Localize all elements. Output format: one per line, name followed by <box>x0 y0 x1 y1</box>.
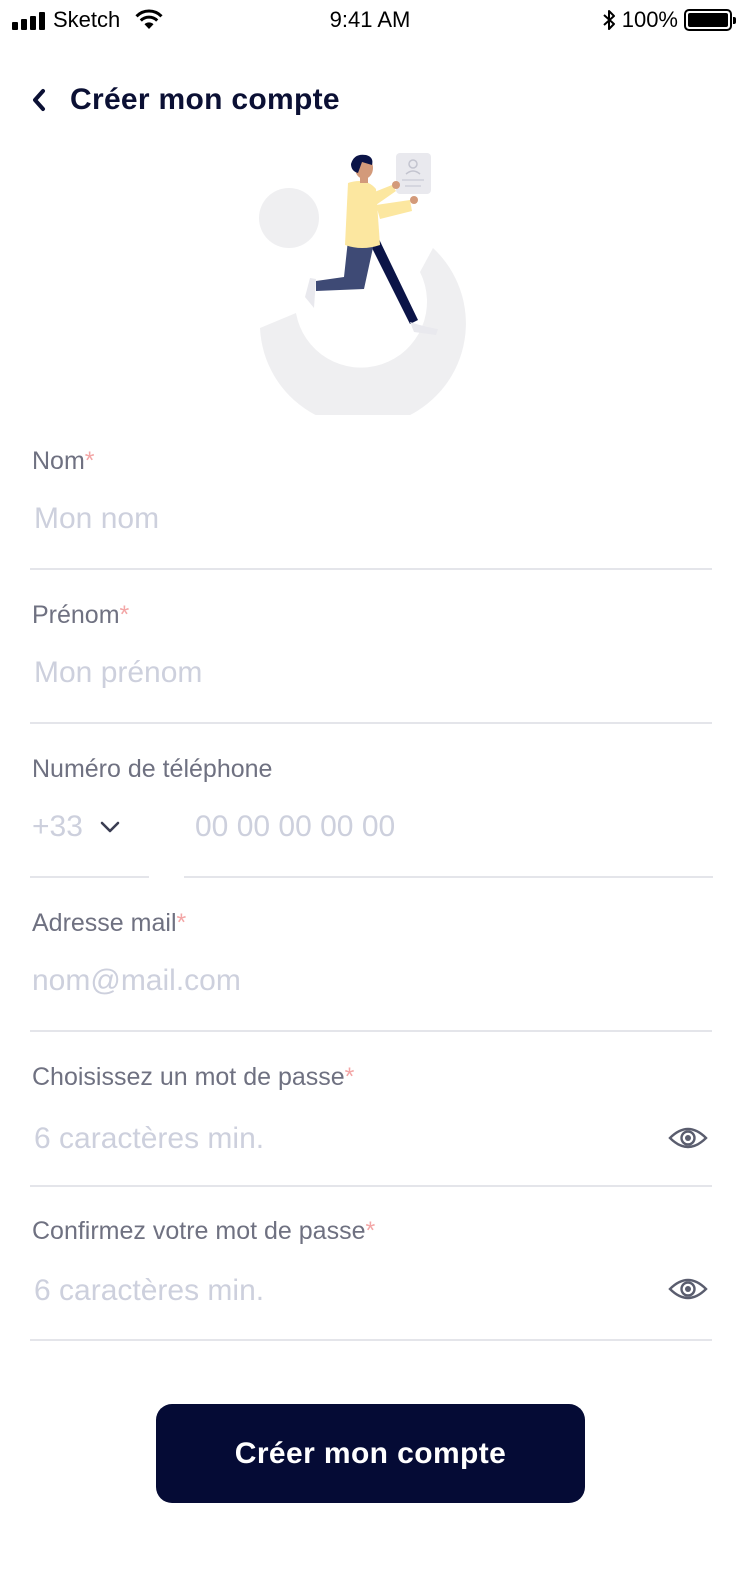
nom-label: Nom* <box>32 447 95 475</box>
telephone-label: Numéro de téléphone <box>32 755 273 783</box>
status-right: 100% <box>602 6 736 34</box>
signup-illustration <box>259 153 466 415</box>
password-field: Choisissez un mot de passe* 6 caractères… <box>30 1062 712 1187</box>
telephone-field: Numéro de téléphone +33 00 00 00 00 00 <box>30 754 713 879</box>
prenom-label: Prénom* <box>32 601 130 629</box>
prenom-input[interactable]: Mon prénom <box>34 655 202 691</box>
divider <box>184 876 713 878</box>
nom-field: Nom* Mon nom <box>30 446 712 571</box>
create-account-button[interactable]: Créer mon compte <box>156 1404 585 1503</box>
password-confirm-label: Confirmez votre mot de passe* <box>32 1217 376 1245</box>
divider <box>30 1030 712 1032</box>
required-mark: * <box>344 1063 355 1091</box>
back-button[interactable] <box>30 78 60 122</box>
required-mark: * <box>84 447 95 475</box>
password-confirm-input[interactable]: 6 caractères min. <box>34 1273 264 1309</box>
telephone-input[interactable]: 00 00 00 00 00 <box>195 809 395 845</box>
create-account-button-label: Créer mon compte <box>234 1436 507 1470</box>
required-mark: * <box>176 909 187 937</box>
battery-percentage: 100% <box>621 7 678 32</box>
divider <box>30 876 149 878</box>
country-code-value: +33 <box>32 810 83 843</box>
email-label: Adresse mail* <box>32 909 187 937</box>
password-confirm-field: Confirmez votre mot de passe* 6 caractèr… <box>30 1216 712 1341</box>
page-title: Créer mon compte <box>70 83 340 116</box>
nom-input[interactable]: Mon nom <box>34 501 159 537</box>
chevron-left-icon <box>33 89 45 111</box>
divider <box>30 568 712 570</box>
password-input[interactable]: 6 caractères min. <box>34 1121 264 1157</box>
required-mark: * <box>119 601 130 629</box>
chevron-down-icon <box>100 821 120 833</box>
status-bar: Sketch 9:41 AM 100% <box>0 0 750 40</box>
divider <box>30 1185 712 1187</box>
bluetooth-icon <box>603 10 615 30</box>
show-password-confirm-eye-icon[interactable] <box>668 1274 708 1304</box>
divider <box>30 1339 712 1341</box>
battery-icon <box>684 9 736 31</box>
password-label: Choisissez un mot de passe* <box>32 1063 355 1091</box>
show-password-eye-icon[interactable] <box>668 1123 708 1153</box>
nav-header: Créer mon compte <box>30 78 340 122</box>
email-input[interactable]: nom@mail.com <box>32 963 241 999</box>
prenom-field: Prénom* Mon prénom <box>30 600 712 725</box>
divider <box>30 722 712 724</box>
email-field: Adresse mail* nom@mail.com <box>30 908 712 1033</box>
country-code-select[interactable]: +33 <box>32 809 121 845</box>
required-mark: * <box>365 1217 376 1245</box>
